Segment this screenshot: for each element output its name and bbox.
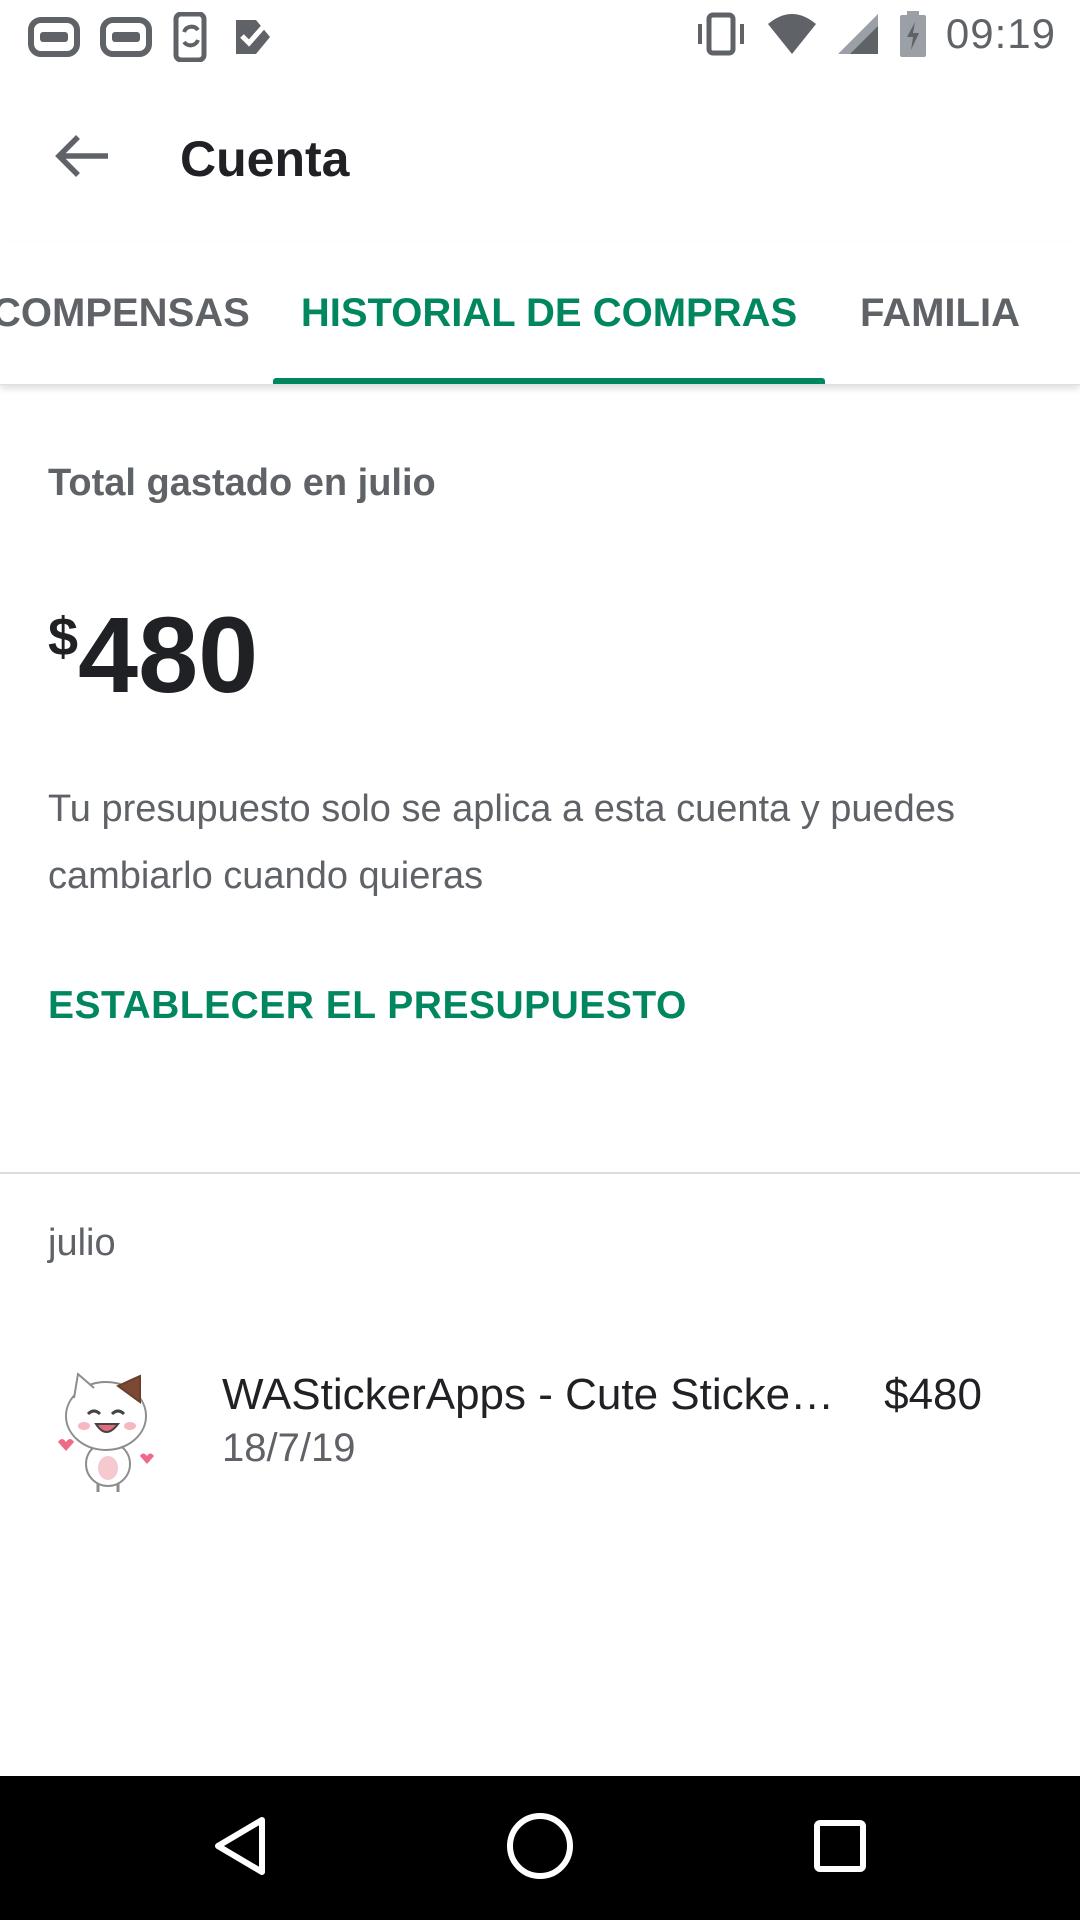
tab-compensas[interactable]: COMPENSAS — [0, 242, 250, 384]
system-nav-bar — [0, 1776, 1080, 1920]
nav-home-button[interactable] — [498, 1806, 582, 1890]
status-notifications — [28, 12, 274, 62]
section-divider — [0, 1172, 1080, 1174]
purchase-item[interactable]: WAStickerApps - Cute Sticke… $480 18/7/1… — [0, 1340, 1080, 1520]
set-budget-button[interactable]: ESTABLECER EL PRESUPUESTO — [48, 984, 687, 1028]
tab-bar: COMPENSAS HISTORIAL DE COMPRAS FAMILIA — [0, 242, 1080, 385]
nav-back-icon — [210, 1814, 270, 1883]
app-bar: Cuenta — [0, 72, 1080, 242]
nav-recents-button[interactable] — [798, 1806, 882, 1890]
purchase-price: $480 — [884, 1370, 982, 1419]
tab-selected-indicator — [273, 378, 825, 384]
signal-icon — [836, 12, 880, 56]
total-spent-amount: $480 — [48, 600, 258, 710]
month-header: julio — [48, 1222, 116, 1264]
wifi-icon — [766, 12, 818, 56]
currency-symbol: $ — [48, 607, 79, 667]
budget-label: Total gastado en julio — [48, 462, 436, 504]
battery-charging-icon — [898, 10, 928, 58]
vibrate-icon — [694, 12, 748, 56]
amount-value: 480 — [78, 594, 259, 715]
tab-historial-de-compras[interactable]: HISTORIAL DE COMPRAS — [273, 242, 825, 384]
tab-familia[interactable]: FAMILIA — [860, 242, 1020, 384]
phone-sync-icon — [172, 12, 212, 62]
page-title: Cuenta — [180, 131, 350, 187]
status-time: 09:19 — [945, 10, 1056, 57]
arrow-back-icon — [54, 132, 110, 185]
purchase-date: 18/7/19 — [222, 1426, 356, 1470]
notification-icon-1 — [28, 15, 80, 59]
cat-sticker-icon — [48, 1364, 166, 1494]
status-system-icons: 09:19 — [694, 10, 1056, 58]
status-bar: 09:19 — [0, 0, 1080, 72]
nav-recents-icon — [812, 1818, 868, 1879]
nav-back-button[interactable] — [198, 1806, 282, 1890]
notification-icon-2 — [100, 15, 152, 59]
nav-home-icon — [504, 1810, 576, 1887]
back-button[interactable] — [42, 118, 122, 198]
task-check-icon — [232, 16, 274, 58]
purchase-title: WAStickerApps - Cute Sticke… — [222, 1370, 835, 1419]
budget-description: Tu presupuesto solo se aplica a esta cue… — [48, 788, 955, 897]
